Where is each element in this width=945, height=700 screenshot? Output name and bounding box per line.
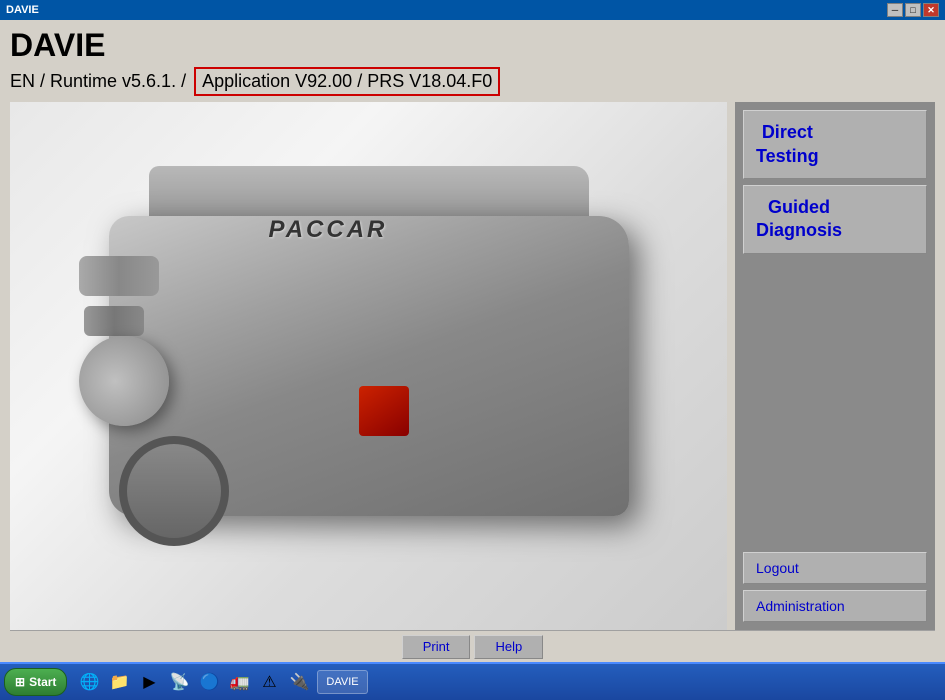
version-box: Application V92.00 / PRS V18.04.F0 <box>194 67 500 96</box>
warning-icon[interactable]: ⚠ <box>257 670 281 694</box>
right-panel-spacer <box>743 260 927 546</box>
teamviewer-icon[interactable]: 📡 <box>167 670 191 694</box>
engine-belt <box>119 436 229 546</box>
version-prefix: EN / Runtime v5.6.1. / <box>10 71 186 92</box>
guided-diagnosis-button[interactable]: GuidedDiagnosis <box>743 185 927 254</box>
engine-image: PACCAR <box>10 102 727 630</box>
paccar-label: PACCAR <box>269 216 388 244</box>
media-icon[interactable]: ▶ <box>137 670 161 694</box>
administration-button[interactable]: Administration <box>743 590 927 622</box>
engine-pipe2 <box>84 306 144 336</box>
title-bar-label: DAVIE <box>6 4 39 16</box>
title-bar-left: DAVIE <box>6 4 39 16</box>
taskbar: ⊞ Start 🌐 📁 ▶ 📡 🔵 🚛 ⚠ 🔌 DAVIE <box>0 662 945 700</box>
title-bar-controls: ─ □ ✕ <box>887 3 939 17</box>
minimize-button[interactable]: ─ <box>887 3 903 17</box>
app-window: DAVIE EN / Runtime v5.6.1. / Application… <box>0 20 945 662</box>
globe-icon[interactable]: 🔵 <box>197 670 221 694</box>
right-panel: DirectTesting GuidedDiagnosis Logout Adm… <box>735 102 935 630</box>
app-header: DAVIE EN / Runtime v5.6.1. / Application… <box>10 28 935 96</box>
bottom-toolbar: Print Help <box>10 630 935 662</box>
app-title: DAVIE <box>10 28 935 63</box>
usb-icon[interactable]: 🔌 <box>287 670 311 694</box>
title-bar: DAVIE ─ □ ✕ <box>0 0 945 20</box>
logout-button[interactable]: Logout <box>743 552 927 584</box>
engine-area: PACCAR <box>10 102 727 630</box>
engine-component-red <box>359 386 409 436</box>
engine-body: PACCAR <box>79 156 659 576</box>
engine-pipe1 <box>79 256 159 296</box>
folder-icon[interactable]: 📁 <box>107 670 131 694</box>
truck-icon[interactable]: 🚛 <box>227 670 251 694</box>
maximize-button[interactable]: □ <box>905 3 921 17</box>
main-content: PACCAR DirectTesting GuidedDiagnosis Log… <box>10 102 935 630</box>
direct-testing-button[interactable]: DirectTesting <box>743 110 927 179</box>
windows-icon: ⊞ <box>15 675 25 689</box>
taskbar-icons: 🌐 📁 ▶ 📡 🔵 🚛 ⚠ 🔌 DAVIE <box>69 670 941 694</box>
start-button[interactable]: ⊞ Start <box>4 668 67 696</box>
print-button[interactable]: Print <box>402 635 471 659</box>
help-button[interactable]: Help <box>474 635 543 659</box>
ie-icon[interactable]: 🌐 <box>77 670 101 694</box>
davie-taskbar-item[interactable]: DAVIE <box>317 670 367 694</box>
close-button[interactable]: ✕ <box>923 3 939 17</box>
engine-turbo <box>79 336 169 426</box>
